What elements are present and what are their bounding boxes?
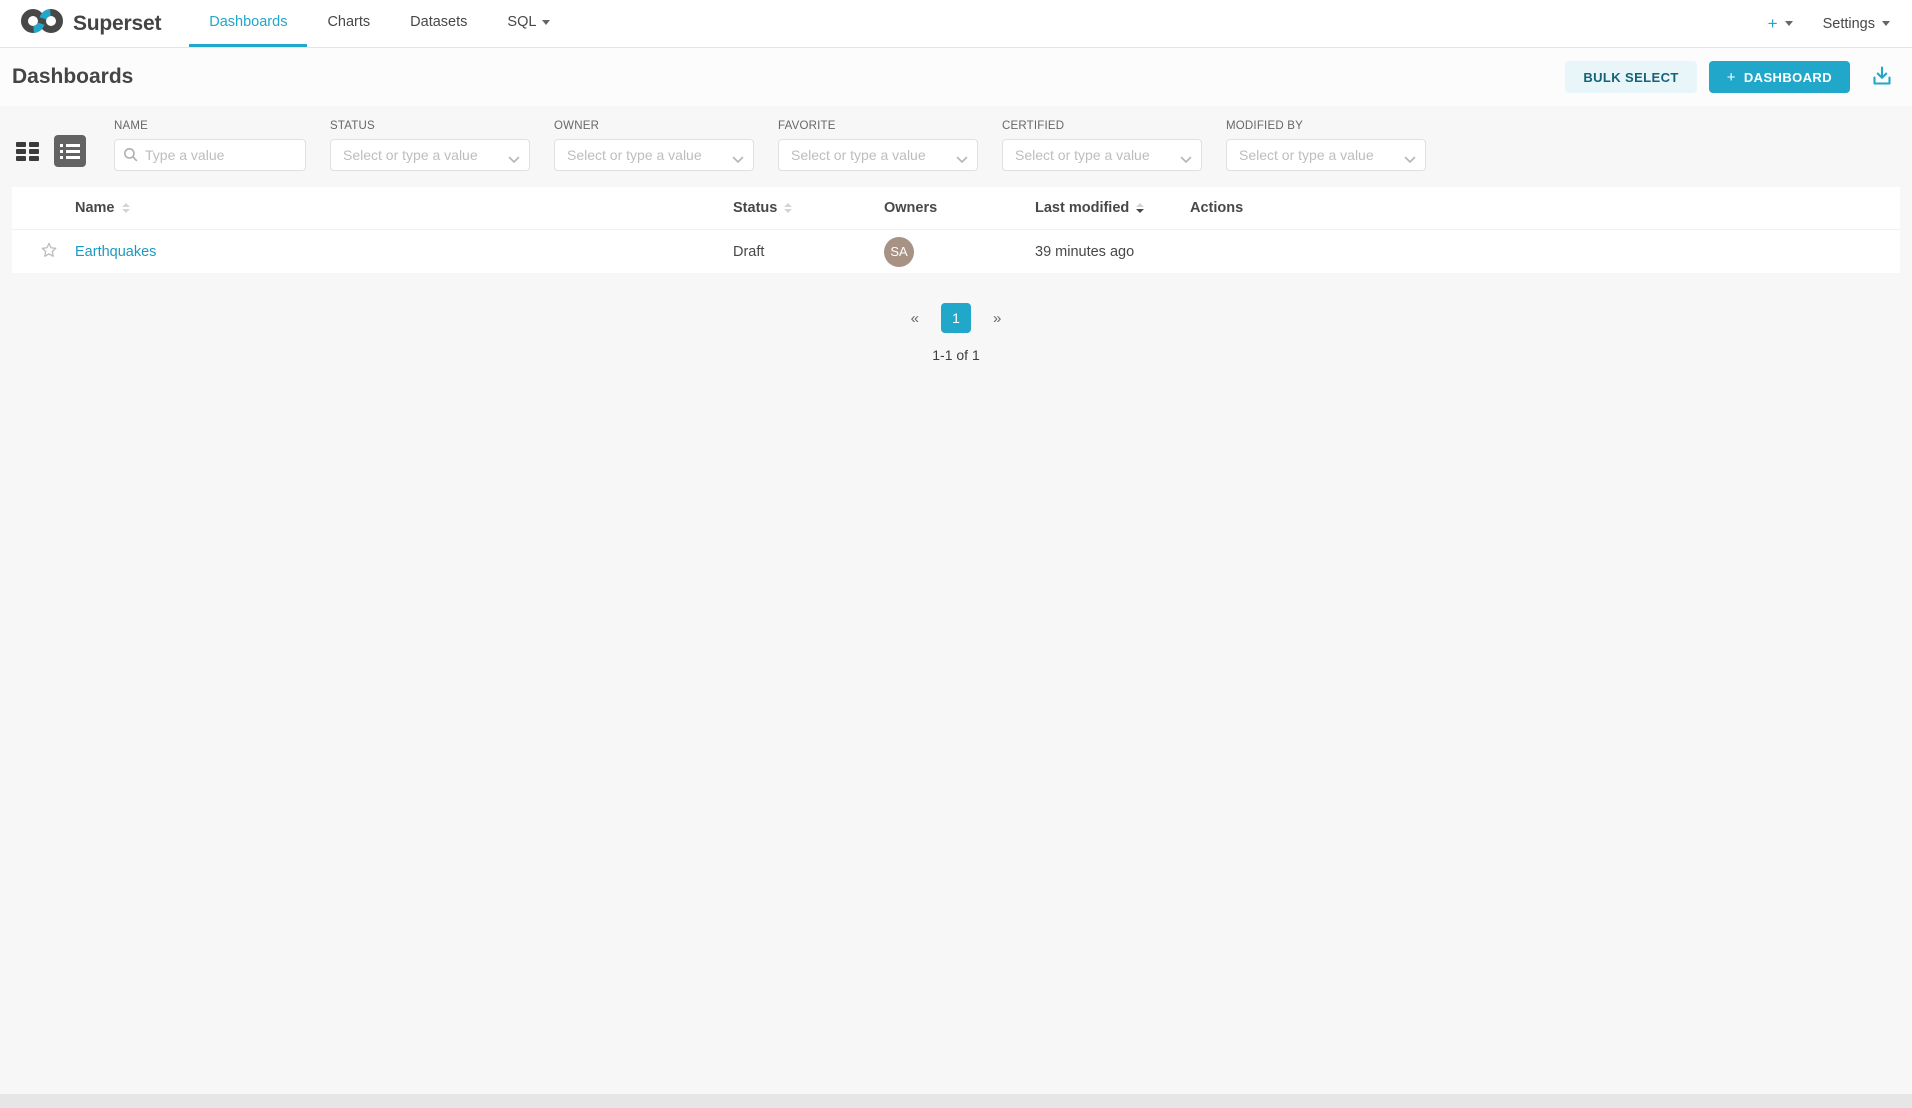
- new-dashboard-button[interactable]: + DASHBOARD: [1709, 61, 1850, 93]
- filter-field-certified: CERTIFIED: [1002, 120, 1202, 171]
- superset-logo-icon: [20, 7, 64, 40]
- page-header: Dashboards BULK SELECT + DASHBOARD: [0, 48, 1912, 106]
- filter-field-favorite: FAVORITE: [778, 120, 978, 171]
- table-header-row: Name Status Owners Last modified: [12, 187, 1900, 230]
- sort-desc-icon: [1136, 203, 1144, 213]
- filter-field-modified-by: MODIFIED BY: [1226, 120, 1426, 171]
- dashboard-link[interactable]: Earthquakes: [75, 244, 156, 260]
- next-page-button[interactable]: »: [987, 306, 1007, 331]
- certified-filter-select[interactable]: [1002, 139, 1202, 171]
- window-bottom-edge: [0, 1094, 1912, 1108]
- nav-tab-charts[interactable]: Charts: [307, 0, 390, 47]
- settings-menu-button[interactable]: Settings: [1823, 16, 1890, 32]
- plus-icon: +: [1768, 14, 1778, 34]
- pagination: « 1 » 1-1 of 1: [0, 303, 1912, 363]
- filter-label: FAVORITE: [778, 120, 978, 132]
- favorite-filter-select[interactable]: [778, 139, 978, 171]
- pagination-summary: 1-1 of 1: [932, 347, 979, 363]
- status-filter-select[interactable]: [330, 139, 530, 171]
- filter-label: CERTIFIED: [1002, 120, 1202, 132]
- chevron-down-icon: [1180, 151, 1192, 169]
- filter-field-name: NAME: [114, 120, 306, 171]
- column-header-owners: Owners: [884, 200, 937, 216]
- filter-field-owner: OWNER: [554, 120, 754, 171]
- chevron-down-icon: [1404, 151, 1416, 169]
- previous-page-button[interactable]: «: [905, 306, 925, 331]
- plus-icon: +: [1727, 69, 1736, 86]
- sort-icon: [122, 203, 130, 213]
- last-modified-value: 39 minutes ago: [1035, 244, 1134, 260]
- chevron-down-icon: [732, 151, 744, 169]
- dashboards-table: Name Status Owners Last modified: [12, 187, 1900, 273]
- page-title: Dashboards: [12, 65, 133, 89]
- owner-filter-select[interactable]: [554, 139, 754, 171]
- nav-tab-dashboards[interactable]: Dashboards: [189, 0, 307, 47]
- column-header-actions: Actions: [1190, 200, 1243, 216]
- page-1-button[interactable]: 1: [941, 303, 971, 333]
- name-filter-input[interactable]: [114, 139, 306, 171]
- chevron-down-icon: [1882, 21, 1890, 26]
- owner-avatar[interactable]: SA: [884, 237, 914, 267]
- filter-label: NAME: [114, 120, 306, 132]
- import-dashboards-button[interactable]: [1870, 64, 1894, 91]
- list-view-toggle[interactable]: [54, 135, 86, 167]
- sort-icon: [784, 203, 792, 213]
- dashboards-list-content: NAME STATUS OWNER: [0, 106, 1912, 363]
- view-mode-toggles: [16, 135, 86, 171]
- new-item-menu-button[interactable]: +: [1768, 14, 1793, 34]
- column-header-status[interactable]: Status: [733, 200, 792, 216]
- card-view-toggle[interactable]: [16, 139, 40, 163]
- chevron-down-icon: [542, 20, 550, 25]
- brand-name: Superset: [73, 12, 161, 36]
- top-navbar: Superset Dashboards Charts Datasets SQL …: [0, 0, 1912, 48]
- download-icon: [1870, 64, 1894, 91]
- filter-field-status: STATUS: [330, 120, 530, 171]
- filter-label: MODIFIED BY: [1226, 120, 1426, 132]
- column-header-name[interactable]: Name: [75, 200, 130, 216]
- chevron-down-icon: [508, 151, 520, 169]
- chevron-down-icon: [956, 151, 968, 169]
- filter-bar: NAME STATUS OWNER: [0, 110, 1912, 187]
- main-nav-tabs: Dashboards Charts Datasets SQL: [189, 0, 570, 47]
- status-label: Draft: [733, 244, 764, 260]
- modified-by-filter-select[interactable]: [1226, 139, 1426, 171]
- bulk-select-button[interactable]: BULK SELECT: [1565, 61, 1696, 93]
- nav-tab-datasets[interactable]: Datasets: [390, 0, 487, 47]
- filter-label: STATUS: [330, 120, 530, 132]
- superset-brand[interactable]: Superset: [20, 0, 161, 47]
- search-icon: [123, 147, 138, 167]
- filter-label: OWNER: [554, 120, 754, 132]
- nav-tab-sql[interactable]: SQL: [487, 0, 570, 47]
- chevron-down-icon: [1785, 21, 1793, 26]
- column-header-last-modified[interactable]: Last modified: [1035, 200, 1144, 216]
- favorite-star-icon[interactable]: [40, 241, 58, 263]
- table-row: Earthquakes Draft SA 39 minutes ago: [12, 230, 1900, 273]
